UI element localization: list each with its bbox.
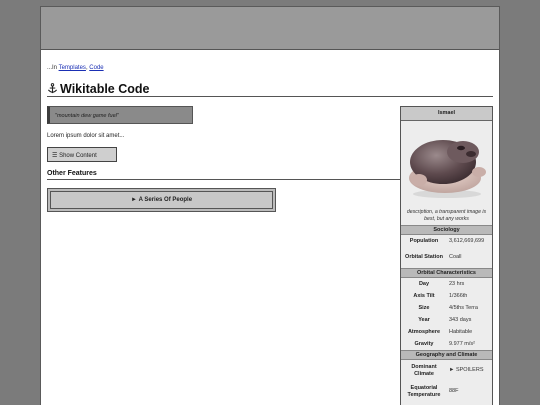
intro-text: Lorem ipsum dolor sit amet... (47, 133, 125, 139)
page-frame: ...In Templates, Code Wikitable Code "mo… (40, 6, 500, 405)
planet-creature-image (408, 140, 486, 198)
infobox-row-value: Habitable (449, 328, 473, 335)
infobox-row: Atmosphere Habitable (401, 326, 492, 338)
other-features-heading: Other Features (47, 170, 401, 180)
infobox-row: Year 343 days (401, 314, 492, 326)
show-content-label: Show Content (59, 153, 97, 159)
infobox-section-heading: Geography and Climate (401, 350, 492, 360)
infobox: Ismael description, a transparent image … (400, 106, 493, 405)
infobox-row-label: Population (409, 237, 439, 244)
anchor-icon (47, 83, 58, 94)
infobox-row-label: Axis Tilt (413, 292, 435, 299)
infobox-row: Axis Tilt 1/366th (401, 290, 492, 302)
infobox-row: Gravity 9.977 m/s² (401, 338, 492, 350)
infobox-row-value: 1/366th (449, 292, 468, 299)
infobox-caption: description, a transparent image is best… (406, 209, 487, 222)
spoilers-toggle[interactable]: ► SPOILERS (447, 367, 492, 374)
infobox-row: Dominant Climate ► SPOILERS (401, 360, 492, 381)
infobox-row-label: Gravity (414, 340, 434, 347)
series-of-people-toggle[interactable]: ► A Series Of People (50, 191, 273, 209)
infobox-row-label: Year (418, 316, 430, 323)
breadcrumb-link-templates[interactable]: Templates (59, 65, 86, 71)
infobox-row-label: Equatorial Temperature (407, 385, 441, 398)
infobox-row: Orbital Station Coall (401, 247, 492, 268)
menu-icon: ☰ (52, 153, 58, 159)
infobox-row-label: Dominant Climate (411, 364, 437, 377)
infobox-row-label: Atmosphere (407, 328, 441, 335)
infobox-row-label: Day (418, 280, 430, 287)
infobox-row-value: 3,612,669,699 (449, 237, 485, 244)
series-of-people-label: A Series Of People (138, 197, 193, 203)
infobox-row-value: 88F (449, 388, 459, 395)
infobox-row-value: 9.977 m/s² (449, 340, 475, 347)
breadcrumb-link-code[interactable]: Code (89, 65, 103, 71)
infobox-row: Size 4/5ths Terra (401, 302, 492, 314)
infobox-image (401, 121, 492, 209)
infobox-row: Equatorial Temperature 88F (401, 381, 492, 402)
infobox-section-heading: Sociology (401, 225, 492, 235)
infobox-row-label: Size (418, 304, 430, 311)
show-content-button[interactable]: ☰ Show Content (47, 147, 117, 162)
infobox-row-value: Coall (449, 254, 462, 261)
breadcrumb-prefix: ...In (47, 65, 59, 71)
triangle-right-icon: ► (130, 197, 137, 203)
header-banner (41, 7, 499, 50)
infobox-row: Day 23 hrs (401, 278, 492, 290)
page-title-row: Wikitable Code (47, 81, 493, 97)
infobox-row-value: 4/5ths Terra (449, 304, 478, 311)
infobox-row-value: 23 hrs (449, 280, 465, 287)
page-title: Wikitable Code (60, 81, 150, 96)
features-box: ► A Series Of People (47, 188, 276, 212)
infobox-row-label: Orbital Station (405, 254, 443, 261)
infobox-row-value: 343 days (449, 316, 472, 323)
infobox-row: Population 3,612,669,699 (401, 235, 492, 247)
infobox-section-heading: Orbital Characteristics (401, 268, 492, 278)
infobox-title: Ismael (401, 107, 492, 121)
quote-box: "mountain dew game fuel" (47, 106, 193, 124)
breadcrumb: ...In Templates, Code (47, 65, 104, 71)
